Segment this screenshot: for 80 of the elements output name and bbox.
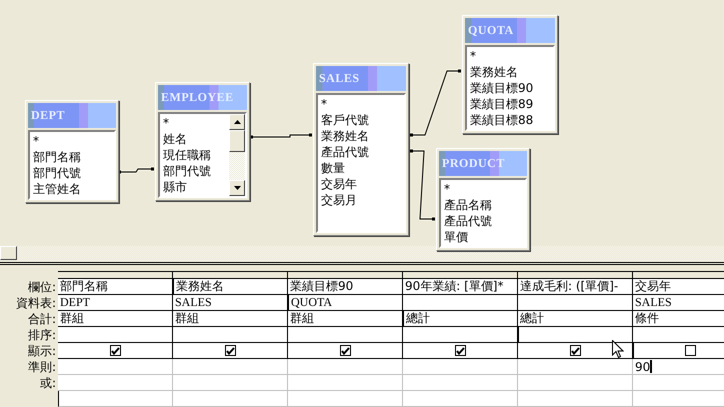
grid-cell[interactable] (518, 295, 633, 311)
field-item[interactable]: 單價 (444, 229, 522, 245)
show-cell[interactable] (288, 343, 403, 359)
field-item[interactable]: 產品代號 (321, 144, 401, 160)
checkbox[interactable] (454, 345, 466, 356)
column-selector[interactable] (288, 271, 403, 279)
show-cell[interactable] (173, 343, 288, 359)
field-list[interactable]: * 部門名稱 部門代號 主管姓名 (30, 132, 114, 198)
row-label: 排序: (28, 326, 56, 344)
grid-cell[interactable]: 90年業績: [單價]* (403, 279, 518, 295)
mouse-pointer-icon (612, 340, 624, 359)
field-item[interactable]: 業績目標90 (470, 80, 550, 96)
grid-cell[interactable]: 業務姓名 (173, 279, 288, 295)
row-label: 準則: (28, 358, 56, 376)
checkbox[interactable] (224, 345, 236, 356)
field-item[interactable]: 部門代號 (33, 165, 111, 181)
checkbox[interactable] (110, 345, 120, 356)
grid-cell[interactable]: 部門名稱 (58, 279, 173, 295)
grid-cell[interactable] (173, 327, 288, 343)
checkbox[interactable] (340, 345, 350, 356)
field-list[interactable]: * 客戶代號 業務姓名 產品代號 數量 交易年 交易月 (318, 95, 404, 231)
field-item[interactable]: 交易月 (321, 192, 401, 208)
field-item[interactable]: 客戶代號 (321, 112, 401, 128)
field-item[interactable]: 主管姓名 (33, 181, 111, 197)
column-selector[interactable] (403, 271, 518, 279)
grid-cell[interactable] (403, 327, 518, 343)
grid-cell[interactable]: 總計 (403, 311, 518, 327)
column-selector[interactable] (633, 271, 724, 279)
show-cell[interactable] (518, 343, 633, 359)
join-line (410, 150, 435, 220)
grid-cell[interactable] (518, 327, 633, 343)
field-item[interactable]: 產品名稱 (444, 197, 522, 213)
row-label: 或: (40, 374, 56, 392)
grid-cell[interactable]: 業績目標90 (288, 279, 403, 295)
grid-cell[interactable]: DEPT (58, 295, 173, 311)
grid-cell[interactable]: 條件 (633, 311, 724, 327)
field-item[interactable]: 業務姓名 (470, 64, 550, 80)
grid-cell[interactable]: 90 (633, 359, 724, 375)
column-selector[interactable] (173, 271, 288, 279)
grid-cell[interactable]: QUOTA (288, 295, 403, 311)
row-label: 資料表: (16, 294, 56, 312)
field-list[interactable]: * 產品名稱 產品代號 單價 (441, 180, 525, 246)
grid-cell[interactable] (403, 295, 518, 311)
grid-cell[interactable]: 群組 (173, 311, 288, 327)
column-selector[interactable] (518, 271, 633, 279)
grid-cell[interactable]: 交易年 (633, 279, 724, 295)
grid-cell[interactable]: 群組 (58, 311, 173, 327)
field-item[interactable]: * (33, 133, 111, 149)
join-line (410, 70, 461, 136)
grid-cell[interactable] (288, 327, 403, 343)
join-line (250, 134, 312, 138)
field-item[interactable]: * (470, 48, 550, 64)
show-cell[interactable] (403, 343, 518, 359)
grid-cell[interactable]: SALES (633, 295, 724, 311)
field-item[interactable]: * (444, 181, 522, 197)
field-list[interactable]: * 業務姓名 業績目標90 業績目標89 業績目標88 (467, 47, 553, 129)
grid-cell[interactable]: SALES (173, 295, 288, 311)
show-cell[interactable] (58, 343, 173, 359)
field-item[interactable]: * (321, 96, 401, 112)
grid-cell[interactable] (633, 327, 724, 343)
grid-cell[interactable]: 達成毛利: ([單價]- (518, 279, 633, 295)
column-selector[interactable] (58, 271, 173, 279)
text-caret (650, 360, 652, 373)
row-label: 欄位: (28, 278, 56, 296)
field-item[interactable]: 數量 (321, 160, 401, 176)
field-item[interactable]: 交易年 (321, 176, 401, 192)
grid-cell[interactable] (58, 327, 173, 343)
field-item[interactable]: 業務姓名 (321, 128, 401, 144)
grid-cell[interactable]: 總計 (518, 311, 633, 327)
field-item[interactable]: 部門名稱 (33, 149, 111, 165)
show-cell[interactable] (633, 343, 724, 359)
checkbox[interactable] (570, 345, 580, 356)
grid-cell[interactable]: 群組 (288, 311, 403, 327)
checkbox[interactable] (685, 345, 696, 356)
row-label: 合計: (28, 310, 56, 328)
field-item[interactable]: 產品代號 (444, 213, 522, 229)
row-label: 顯示: (28, 342, 56, 360)
field-item[interactable]: 業績目標89 (470, 96, 550, 112)
field-item[interactable]: 業績目標88 (470, 112, 550, 128)
pane-button[interactable] (0, 246, 17, 260)
